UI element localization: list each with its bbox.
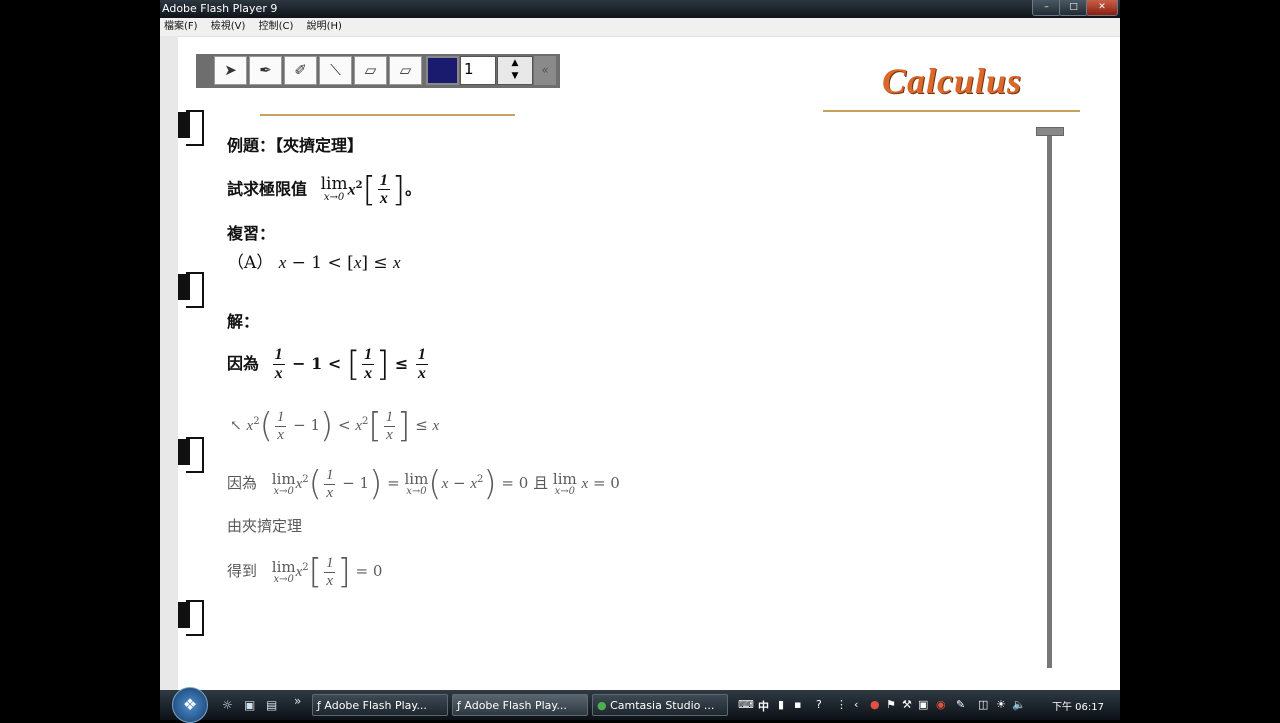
title-bar: Adobe Flash Player 9 – □ ✕ — [160, 0, 1120, 18]
stepper-up-icon[interactable]: ▲ — [498, 57, 532, 70]
show-desktop-icon[interactable]: ▣ — [244, 698, 255, 712]
brush-icon: ✐ — [294, 61, 307, 79]
logo-underline — [823, 110, 1080, 112]
binder-ring — [178, 437, 204, 473]
period: 。 — [405, 179, 422, 199]
eraser-icon: ▱ — [364, 61, 377, 79]
help-icon[interactable]: ? — [816, 698, 822, 711]
clear-tool-button[interactable]: ▱ — [389, 56, 422, 85]
eraser-all-icon: ▱ — [399, 61, 412, 79]
tray-options-icon[interactable]: ⋮ — [836, 698, 847, 711]
brush-tool-button[interactable]: ✐ — [284, 56, 317, 85]
menu-file[interactable]: 檔案(F) — [164, 21, 198, 32]
squeeze-theorem-line: 由夾擠定理 — [227, 517, 303, 535]
line-width-input[interactable]: 1 — [460, 56, 496, 85]
page-scroll-track[interactable] — [1047, 136, 1052, 668]
line-tool-button[interactable]: ⟍ — [319, 56, 352, 85]
menu-control[interactable]: 控制(C) — [259, 21, 294, 32]
fraction-1-over-x: 1x — [377, 171, 390, 208]
clock[interactable]: 下午 06:17 — [1052, 698, 1104, 713]
pen-icon: ✒ — [259, 61, 272, 79]
taskbar-task-flash-1[interactable]: ƒ Adobe Flash Play... — [312, 694, 448, 716]
flash-player-window: Adobe Flash Player 9 – □ ✕ 檔案(F) 檢視(V) 控… — [160, 0, 1120, 690]
camtasia-icon: ● — [597, 699, 611, 712]
pen-tool-button[interactable]: ✒ — [249, 56, 282, 85]
ime-mode-icon[interactable]: ▮ — [778, 698, 784, 711]
tray-app-icon[interactable]: ● — [870, 698, 880, 711]
calculus-logo: Calculus — [882, 61, 1023, 101]
stepper-down-icon[interactable]: ▼ — [498, 70, 532, 83]
header-rule — [260, 114, 515, 116]
pen-color-swatch[interactable] — [426, 56, 459, 85]
cursor-icon: ↖ — [230, 418, 242, 434]
safely-remove-icon[interactable]: ☀ — [996, 698, 1006, 711]
menu-help[interactable]: 說明(H) — [307, 21, 342, 32]
quicklaunch-more-icon[interactable]: » — [294, 694, 301, 708]
maximize-button[interactable]: □ — [1059, 0, 1088, 16]
tray-flag-icon[interactable]: ⚑ — [886, 698, 896, 711]
ime-indicator[interactable]: 中 — [758, 698, 769, 714]
line-icon: ⟍ — [330, 61, 341, 79]
binder-ring — [178, 600, 204, 636]
page-scroll-thumb[interactable] — [1036, 127, 1064, 136]
collapse-icon: « — [541, 63, 549, 77]
close-button[interactable]: ✕ — [1086, 0, 1118, 16]
line-width-stepper[interactable]: ▲ ▼ — [497, 56, 533, 85]
left-edge-strip — [160, 36, 178, 690]
tray-record-icon[interactable]: ◉ — [936, 698, 946, 711]
drawing-toolbar: ➤ ✒ ✐ ⟍ ▱ ▱ 1 ▲ ▼ « — [196, 54, 560, 88]
solution-step-2: ↖ x2(1 x − 1) < x2[1 x] ≤ x — [230, 406, 440, 446]
solution-heading: 解： — [227, 312, 260, 331]
toolbar-collapse-button[interactable]: « — [534, 56, 556, 85]
problem-line: 試求極限值 lim x→0 x2[1 x]。 — [227, 169, 422, 210]
volume-icon[interactable]: 🔈 — [1012, 698, 1026, 711]
ime-settings-icon[interactable]: ▪ — [794, 698, 801, 711]
network-icon[interactable]: ◫ — [978, 698, 988, 711]
tray-monitor-icon[interactable]: ▣ — [918, 698, 928, 711]
solution-step-3: 因為 lim x→0 x2(1 x − 1) = lim x→0 (x − x2) = 0… — [227, 464, 620, 504]
switch-windows-icon[interactable]: ▤ — [266, 698, 277, 712]
menu-bar: 檔案(F) 檢視(V) 控制(C) 說明(H) — [160, 18, 1120, 37]
review-heading: 複習： — [227, 224, 276, 243]
minimize-button[interactable]: – — [1032, 0, 1061, 16]
window-title: Adobe Flash Player 9 — [162, 2, 278, 15]
windows-logo-icon: ❖ — [182, 695, 198, 714]
start-button[interactable]: ❖ — [172, 687, 208, 723]
taskbar: ❖ ☼ ▣ ▤ » ƒ Adobe Flash Play... ƒ Adobe … — [160, 687, 1120, 723]
review-item: （A） x − 1 < [x] ≤ x — [227, 253, 401, 273]
menu-view[interactable]: 檢視(V) — [211, 21, 246, 32]
taskbar-task-flash-2[interactable]: ƒ Adobe Flash Play... — [452, 694, 588, 716]
solution-step-1: 因為 1x − 1 < [1 x] ≤ 1x — [227, 344, 428, 385]
result-line: 得到 lim x→0 x2[1 x] = 0 — [227, 552, 383, 592]
keyboard-icon[interactable]: ⌨ — [738, 698, 754, 711]
binder-ring — [178, 110, 204, 146]
pointer-tool-button[interactable]: ➤ — [214, 56, 247, 85]
taskbar-task-camtasia[interactable]: ● Camtasia Studio ... — [592, 694, 728, 716]
binder-ring — [178, 272, 204, 308]
example-heading: 例題：【夾擠定理】 — [227, 136, 364, 155]
problem-lead: 試求極限值 — [227, 179, 308, 199]
tray-edit-icon[interactable]: ✎ — [956, 698, 965, 711]
tray-tool-icon[interactable]: ⚒ — [902, 698, 912, 711]
tray-collapse-icon[interactable]: ‹ — [854, 698, 858, 711]
pointer-icon: ➤ — [224, 61, 237, 79]
limit-operator: lim x→0 — [320, 174, 348, 204]
ie-icon[interactable]: ☼ — [222, 698, 233, 712]
eraser-tool-button[interactable]: ▱ — [354, 56, 387, 85]
